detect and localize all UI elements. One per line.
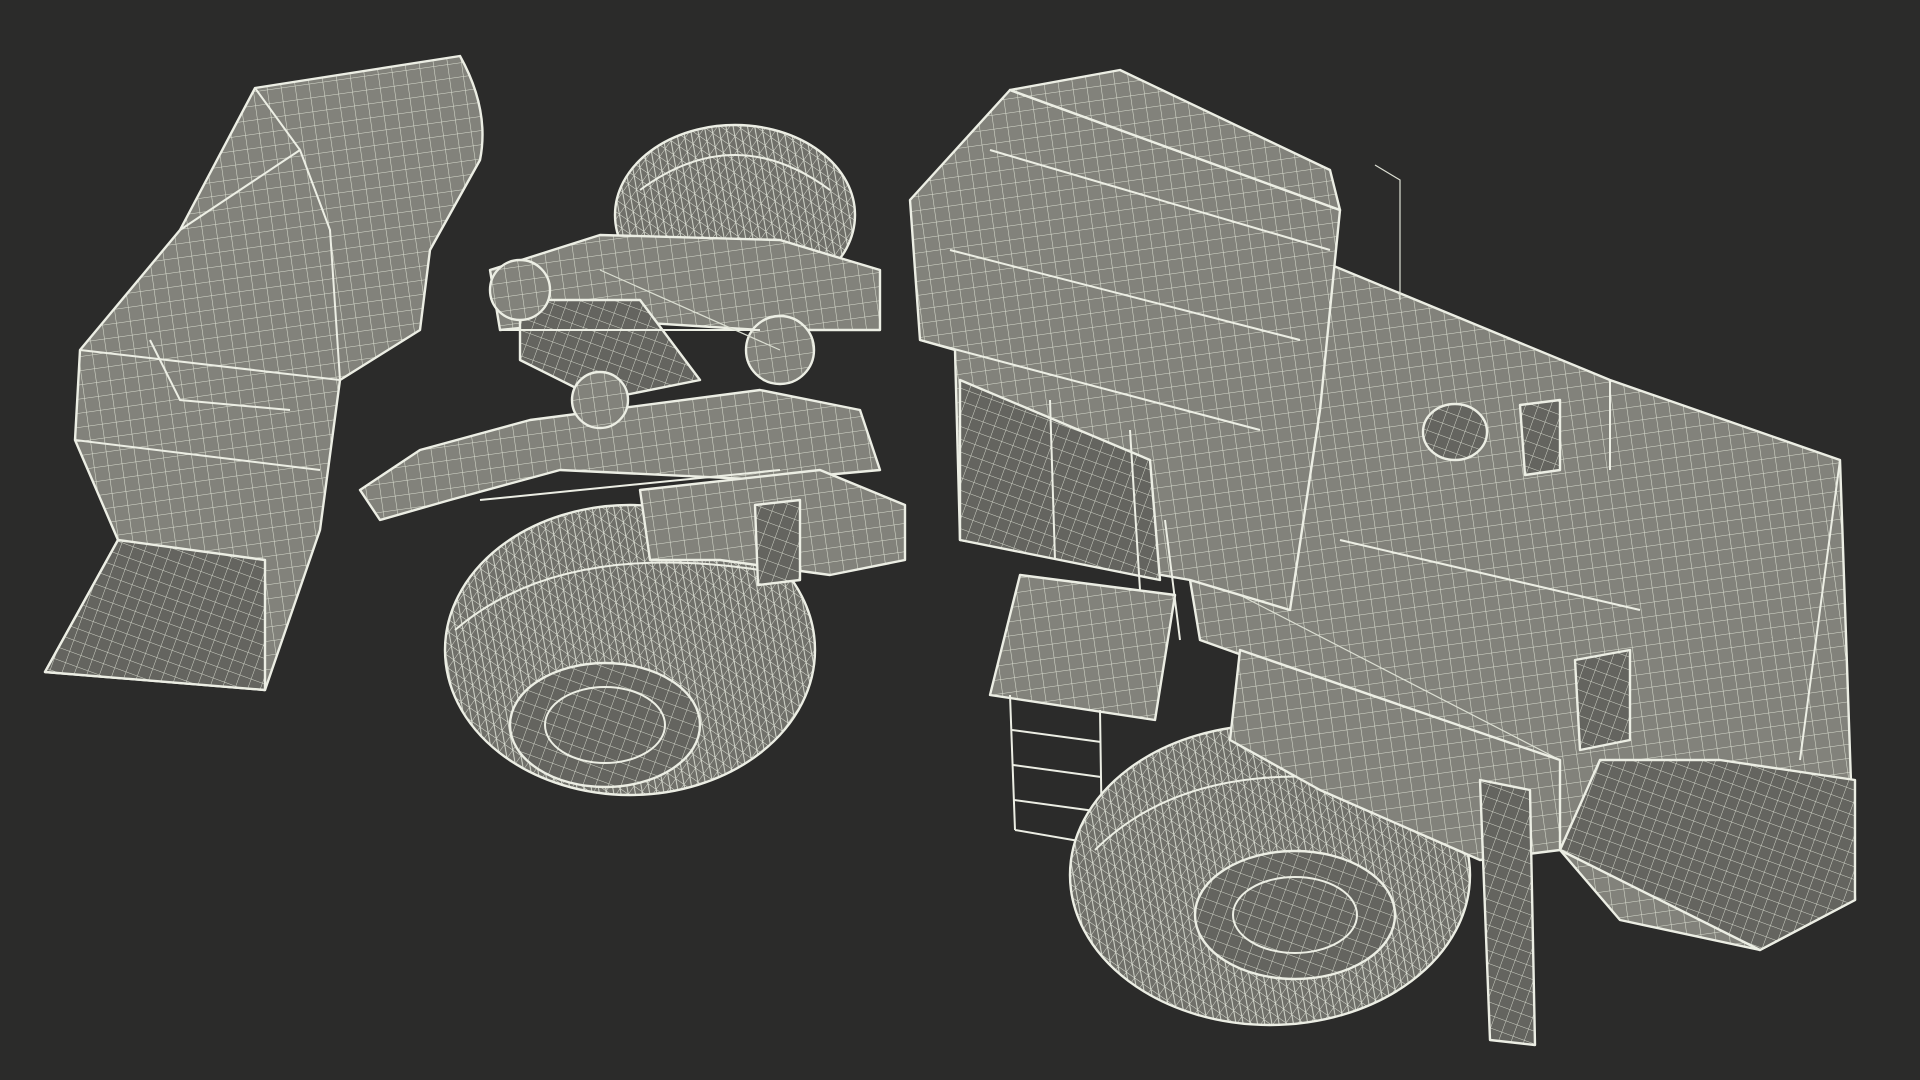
wireframe-wheel-loader — [43, 54, 1857, 1047]
render-viewport — [0, 0, 1920, 1080]
loader-bucket — [43, 54, 484, 692]
